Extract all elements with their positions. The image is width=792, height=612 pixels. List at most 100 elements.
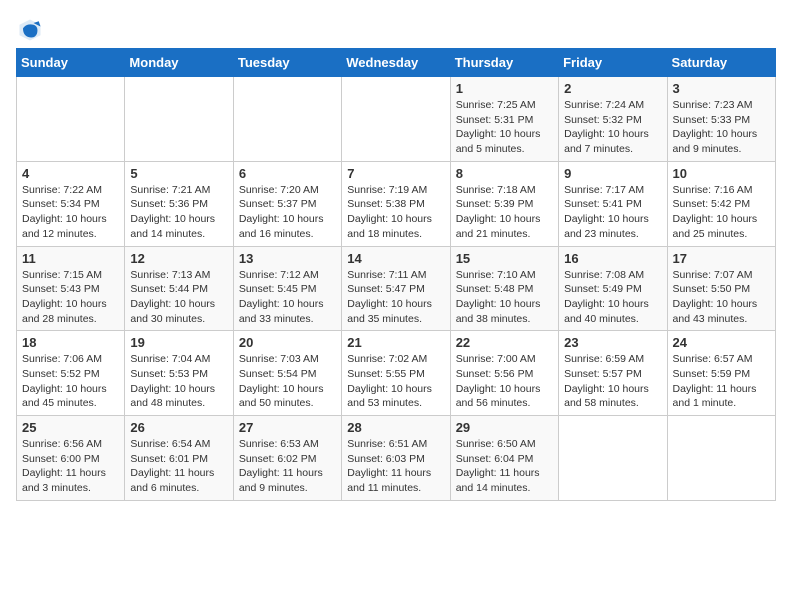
header-saturday: Saturday	[667, 49, 775, 77]
header-tuesday: Tuesday	[233, 49, 341, 77]
day-info: Sunrise: 7:07 AM Sunset: 5:50 PM Dayligh…	[673, 268, 770, 327]
day-info: Sunrise: 7:04 AM Sunset: 5:53 PM Dayligh…	[130, 352, 227, 411]
day-info: Sunrise: 7:06 AM Sunset: 5:52 PM Dayligh…	[22, 352, 119, 411]
calendar-cell	[17, 77, 125, 162]
calendar-cell: 7 Sunrise: 7:19 AM Sunset: 5:38 PM Daylig…	[342, 161, 450, 246]
day-info: Sunrise: 7:16 AM Sunset: 5:42 PM Dayligh…	[673, 183, 770, 242]
day-info: Sunrise: 7:08 AM Sunset: 5:49 PM Dayligh…	[564, 268, 661, 327]
day-info: Sunrise: 7:11 AM Sunset: 5:47 PM Dayligh…	[347, 268, 444, 327]
week-row-4: 25 Sunrise: 6:56 AM Sunset: 6:00 PM Dayli…	[17, 416, 776, 501]
calendar-cell: 15 Sunrise: 7:10 AM Sunset: 5:48 PM Dayli…	[450, 246, 558, 331]
header-thursday: Thursday	[450, 49, 558, 77]
calendar-cell: 12 Sunrise: 7:13 AM Sunset: 5:44 PM Dayli…	[125, 246, 233, 331]
day-number: 7	[347, 166, 444, 181]
day-info: Sunrise: 6:59 AM Sunset: 5:57 PM Dayligh…	[564, 352, 661, 411]
day-number: 23	[564, 335, 661, 350]
day-number: 2	[564, 81, 661, 96]
calendar-cell: 20 Sunrise: 7:03 AM Sunset: 5:54 PM Dayli…	[233, 331, 341, 416]
day-number: 16	[564, 251, 661, 266]
day-number: 15	[456, 251, 553, 266]
week-row-3: 18 Sunrise: 7:06 AM Sunset: 5:52 PM Dayli…	[17, 331, 776, 416]
calendar-cell: 19Sunrise: 7:04 AM Sunset: 5:53 PM Dayli…	[125, 331, 233, 416]
day-number: 3	[673, 81, 770, 96]
header-monday: Monday	[125, 49, 233, 77]
calendar-cell	[342, 77, 450, 162]
day-info: Sunrise: 7:00 AM Sunset: 5:56 PM Dayligh…	[456, 352, 553, 411]
day-number: 29	[456, 420, 553, 435]
week-row-0: 1 Sunrise: 7:25 AM Sunset: 5:31 PM Daylig…	[17, 77, 776, 162]
day-number: 28	[347, 420, 444, 435]
logo	[16, 16, 48, 44]
week-row-1: 4 Sunrise: 7:22 AM Sunset: 5:34 PM Daylig…	[17, 161, 776, 246]
calendar-cell: 22 Sunrise: 7:00 AM Sunset: 5:56 PM Dayli…	[450, 331, 558, 416]
day-info: Sunrise: 6:50 AM Sunset: 6:04 PM Dayligh…	[456, 437, 553, 496]
day-number: 27	[239, 420, 336, 435]
header-sunday: Sunday	[17, 49, 125, 77]
day-number: 1	[456, 81, 553, 96]
day-info: Sunrise: 7:03 AM Sunset: 5:54 PM Dayligh…	[239, 352, 336, 411]
day-number: 25	[22, 420, 119, 435]
day-number: 13	[239, 251, 336, 266]
day-number: 20	[239, 335, 336, 350]
day-number: 18	[22, 335, 119, 350]
calendar-cell: 3 Sunrise: 7:23 AM Sunset: 5:33 PM Daylig…	[667, 77, 775, 162]
calendar-cell: 17 Sunrise: 7:07 AM Sunset: 5:50 PM Dayli…	[667, 246, 775, 331]
day-number: 5	[130, 166, 227, 181]
calendar-table: SundayMondayTuesdayWednesdayThursdayFrid…	[16, 48, 776, 501]
day-info: Sunrise: 6:57 AM Sunset: 5:59 PM Dayligh…	[673, 352, 770, 411]
day-number: 14	[347, 251, 444, 266]
header-wednesday: Wednesday	[342, 49, 450, 77]
calendar-cell	[667, 416, 775, 501]
calendar-cell	[125, 77, 233, 162]
calendar-cell: 28 Sunrise: 6:51 AM Sunset: 6:03 PM Dayli…	[342, 416, 450, 501]
calendar-cell: 14 Sunrise: 7:11 AM Sunset: 5:47 PM Dayli…	[342, 246, 450, 331]
day-info: Sunrise: 7:17 AM Sunset: 5:41 PM Dayligh…	[564, 183, 661, 242]
day-number: 21	[347, 335, 444, 350]
day-info: Sunrise: 7:12 AM Sunset: 5:45 PM Dayligh…	[239, 268, 336, 327]
day-info: Sunrise: 6:54 AM Sunset: 6:01 PM Dayligh…	[130, 437, 227, 496]
day-info: Sunrise: 7:25 AM Sunset: 5:31 PM Dayligh…	[456, 98, 553, 157]
header-friday: Friday	[559, 49, 667, 77]
day-info: Sunrise: 7:10 AM Sunset: 5:48 PM Dayligh…	[456, 268, 553, 327]
calendar-header-row: SundayMondayTuesdayWednesdayThursdayFrid…	[17, 49, 776, 77]
calendar-cell: 9 Sunrise: 7:17 AM Sunset: 5:41 PM Daylig…	[559, 161, 667, 246]
day-info: Sunrise: 7:13 AM Sunset: 5:44 PM Dayligh…	[130, 268, 227, 327]
day-number: 9	[564, 166, 661, 181]
calendar-cell	[559, 416, 667, 501]
day-number: 22	[456, 335, 553, 350]
calendar-cell: 13 Sunrise: 7:12 AM Sunset: 5:45 PM Dayli…	[233, 246, 341, 331]
calendar-cell: 29 Sunrise: 6:50 AM Sunset: 6:04 PM Dayli…	[450, 416, 558, 501]
calendar-cell: 4 Sunrise: 7:22 AM Sunset: 5:34 PM Daylig…	[17, 161, 125, 246]
day-info: Sunrise: 6:51 AM Sunset: 6:03 PM Dayligh…	[347, 437, 444, 496]
week-row-2: 11 Sunrise: 7:15 AM Sunset: 5:43 PM Dayli…	[17, 246, 776, 331]
day-info: Sunrise: 7:23 AM Sunset: 5:33 PM Dayligh…	[673, 98, 770, 157]
calendar-cell: 11 Sunrise: 7:15 AM Sunset: 5:43 PM Dayli…	[17, 246, 125, 331]
day-number: 24	[673, 335, 770, 350]
calendar-cell: 5 Sunrise: 7:21 AM Sunset: 5:36 PM Daylig…	[125, 161, 233, 246]
calendar-cell: 27 Sunrise: 6:53 AM Sunset: 6:02 PM Dayli…	[233, 416, 341, 501]
day-info: Sunrise: 7:18 AM Sunset: 5:39 PM Dayligh…	[456, 183, 553, 242]
day-number: 10	[673, 166, 770, 181]
logo-icon	[16, 16, 44, 44]
day-info: Sunrise: 7:02 AM Sunset: 5:55 PM Dayligh…	[347, 352, 444, 411]
calendar-cell: 2 Sunrise: 7:24 AM Sunset: 5:32 PM Daylig…	[559, 77, 667, 162]
day-info: Sunrise: 7:24 AM Sunset: 5:32 PM Dayligh…	[564, 98, 661, 157]
calendar-cell	[233, 77, 341, 162]
day-info: Sunrise: 7:22 AM Sunset: 5:34 PM Dayligh…	[22, 183, 119, 242]
calendar-cell: 25 Sunrise: 6:56 AM Sunset: 6:00 PM Dayli…	[17, 416, 125, 501]
calendar-cell: 8 Sunrise: 7:18 AM Sunset: 5:39 PM Daylig…	[450, 161, 558, 246]
day-number: 4	[22, 166, 119, 181]
day-number: 17	[673, 251, 770, 266]
day-info: Sunrise: 7:20 AM Sunset: 5:37 PM Dayligh…	[239, 183, 336, 242]
day-number: 8	[456, 166, 553, 181]
day-number: 12	[130, 251, 227, 266]
calendar-cell: 23 Sunrise: 6:59 AM Sunset: 5:57 PM Dayli…	[559, 331, 667, 416]
day-number: 6	[239, 166, 336, 181]
day-info: Sunrise: 6:56 AM Sunset: 6:00 PM Dayligh…	[22, 437, 119, 496]
day-number: 11	[22, 251, 119, 266]
day-info: Sunrise: 7:15 AM Sunset: 5:43 PM Dayligh…	[22, 268, 119, 327]
day-info: Sunrise: 7:21 AM Sunset: 5:36 PM Dayligh…	[130, 183, 227, 242]
calendar-cell: 21 Sunrise: 7:02 AM Sunset: 5:55 PM Dayli…	[342, 331, 450, 416]
day-info: Sunrise: 6:53 AM Sunset: 6:02 PM Dayligh…	[239, 437, 336, 496]
day-info: Sunrise: 7:19 AM Sunset: 5:38 PM Dayligh…	[347, 183, 444, 242]
